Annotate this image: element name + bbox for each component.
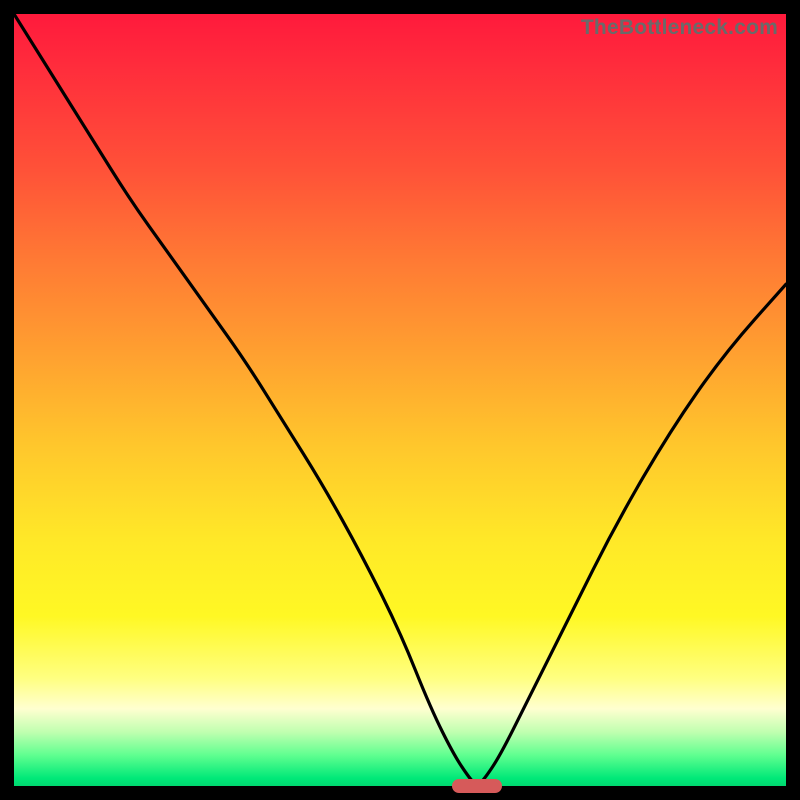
watermark-text: TheBottleneck.com xyxy=(581,16,778,40)
chart-frame: TheBottleneck.com xyxy=(0,0,800,800)
curve-path xyxy=(14,14,786,784)
bottleneck-curve xyxy=(14,14,786,786)
optimal-point-marker xyxy=(452,779,502,793)
chart-plot-area: TheBottleneck.com xyxy=(14,14,786,786)
